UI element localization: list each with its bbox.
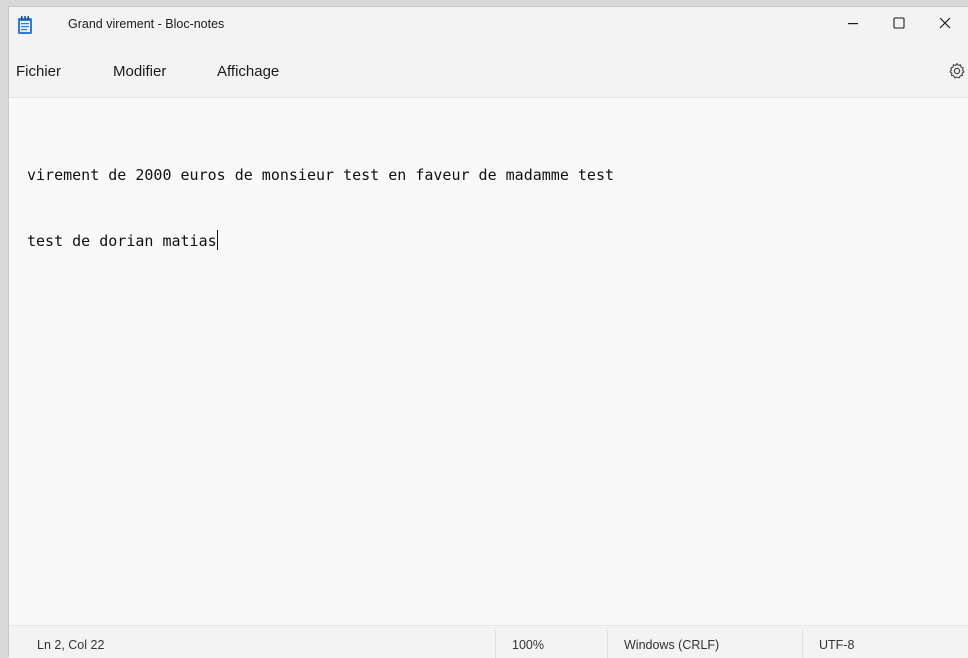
status-divider (495, 630, 496, 658)
window-title: Grand virement - Bloc-notes (68, 17, 225, 31)
notepad-window: Grand virement - Bloc-notes Fichier Modi… (8, 6, 968, 658)
status-bar: Ln 2, Col 22 100% Windows (CRLF) UTF-8 (9, 625, 968, 658)
cursor-position: Ln 2, Col 22 (37, 638, 105, 652)
text-caret (216, 230, 218, 250)
minimize-icon (847, 17, 859, 29)
notepad-icon (17, 16, 33, 34)
encoding[interactable]: UTF-8 (819, 638, 854, 652)
close-button[interactable] (922, 7, 968, 39)
line-ending[interactable]: Windows (CRLF) (624, 638, 719, 652)
status-divider (802, 630, 803, 658)
menu-fichier[interactable]: Fichier (16, 63, 61, 80)
close-icon (939, 17, 951, 29)
menu-affichage[interactable]: Affichage (217, 63, 279, 80)
editor-line-last: test de dorian matias (27, 230, 968, 252)
minimize-button[interactable] (830, 7, 876, 39)
settings-button[interactable] (948, 62, 966, 80)
title-bar[interactable]: Grand virement - Bloc-notes (9, 7, 968, 45)
maximize-button[interactable] (876, 7, 922, 39)
editor-line: virement de 2000 euros de monsieur test … (27, 166, 614, 184)
status-divider (607, 630, 608, 658)
maximize-icon (893, 17, 905, 29)
zoom-level[interactable]: 100% (512, 638, 544, 652)
text-editor[interactable]: virement de 2000 euros de monsieur test … (9, 98, 968, 625)
menu-bar: Fichier Modifier Affichage (9, 45, 968, 98)
gear-icon (948, 62, 966, 84)
menu-modifier[interactable]: Modifier (113, 63, 166, 80)
editor-line-text: test de dorian matias (27, 232, 217, 250)
